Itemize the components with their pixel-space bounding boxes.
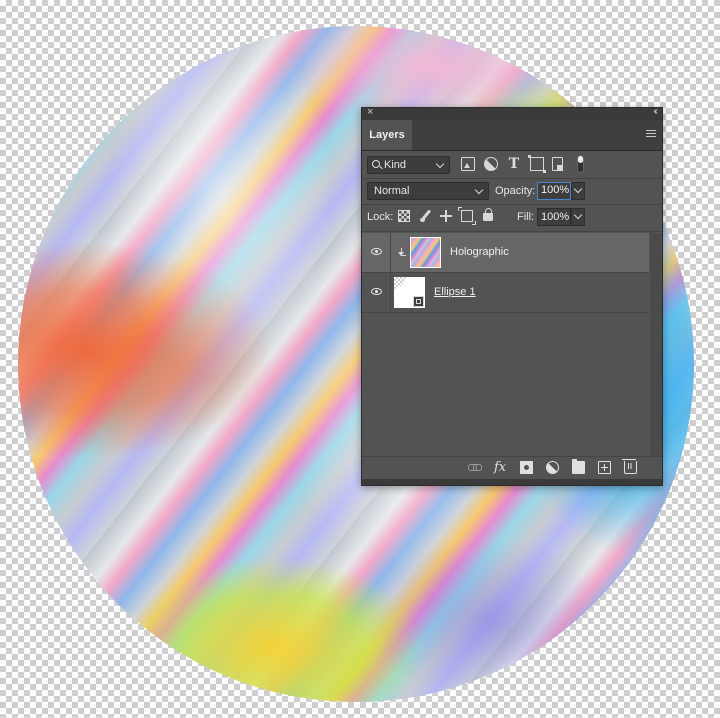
shape-layer-filter-icon[interactable] xyxy=(528,155,546,173)
divider xyxy=(390,233,391,272)
layer-name[interactable]: Holographic xyxy=(450,246,509,258)
tab-layers[interactable]: Layers xyxy=(362,120,412,150)
lock-image-pixels-icon[interactable] xyxy=(420,210,432,222)
collapse-panel-button[interactable]: ‹‹ xyxy=(653,106,657,117)
filter-kind-select[interactable]: Kind xyxy=(367,156,450,174)
opacity-input[interactable]: 100% xyxy=(537,182,571,200)
add-mask-icon[interactable] xyxy=(520,461,533,474)
chevron-down-icon xyxy=(573,184,583,194)
layer-filter-row: Kind T xyxy=(362,152,662,178)
new-adjustment-layer-icon[interactable] xyxy=(543,458,562,477)
opacity-dropdown-button[interactable] xyxy=(571,182,585,200)
panel-title-bar[interactable]: × ‹‹ xyxy=(362,106,662,120)
filter-toggle-switch[interactable] xyxy=(577,155,584,173)
layers-scrollbar[interactable] xyxy=(650,233,662,456)
layer-row-holographic[interactable]: Holographic xyxy=(362,233,649,273)
chevron-down-icon xyxy=(573,210,583,220)
fill-input[interactable]: 100% xyxy=(537,208,571,226)
hamburger-icon[interactable] xyxy=(646,128,656,140)
panel-resize-edge[interactable] xyxy=(362,479,662,485)
layer-row-ellipse-1[interactable]: Ellipse 1 xyxy=(362,273,649,313)
layers-list: Holographic Ellipse 1 xyxy=(362,233,649,456)
lock-transparent-pixels-icon[interactable] xyxy=(398,210,410,222)
new-group-folder-icon[interactable] xyxy=(572,459,585,474)
shape-layer-icon xyxy=(413,296,424,307)
type-layer-filter-icon[interactable]: T xyxy=(507,157,521,171)
lock-artboard-icon[interactable] xyxy=(458,207,473,222)
layer-thumbnail[interactable] xyxy=(410,237,441,268)
clipping-mask-icon xyxy=(398,248,406,256)
fill-label: Fill: xyxy=(517,211,535,223)
trash-icon[interactable] xyxy=(622,459,637,474)
divider xyxy=(390,273,391,312)
chevron-down-icon xyxy=(435,159,445,169)
transparency-mask xyxy=(394,277,406,289)
opacity-label: Opacity: xyxy=(495,185,536,197)
filter-kind-label: Kind xyxy=(384,159,407,171)
blend-mode-value: Normal xyxy=(374,185,410,197)
layer-name[interactable]: Ellipse 1 xyxy=(434,286,476,298)
search-icon xyxy=(372,160,380,168)
layers-panel: × ‹‹ Layers Kind T Normal Opacity: 100% xyxy=(361,106,663,486)
new-layer-icon[interactable] xyxy=(598,461,611,474)
divider xyxy=(362,231,662,232)
layer-thumbnail[interactable] xyxy=(394,277,425,308)
lock-all-icon[interactable] xyxy=(483,208,493,221)
blend-row: Normal Opacity: 100% xyxy=(362,179,662,203)
panel-tab-row: Layers xyxy=(362,120,662,151)
layers-bottom-toolbar: fx xyxy=(362,456,662,479)
fx-icon[interactable]: fx xyxy=(494,461,507,474)
eye-icon[interactable] xyxy=(371,248,382,255)
pixel-layer-filter-icon[interactable] xyxy=(461,157,475,171)
blend-mode-select[interactable]: Normal xyxy=(367,182,489,200)
lock-row: Lock: Fill: 100% xyxy=(362,205,662,229)
lock-position-icon[interactable] xyxy=(440,210,452,222)
chevron-down-icon xyxy=(474,185,484,195)
close-panel-button[interactable]: × xyxy=(367,106,373,118)
lock-label: Lock: xyxy=(367,211,394,223)
link-layers-icon[interactable] xyxy=(468,461,482,474)
fill-dropdown-button[interactable] xyxy=(571,208,585,226)
adjustment-layer-filter-icon[interactable] xyxy=(481,154,501,174)
smart-object-filter-icon[interactable] xyxy=(552,157,563,171)
eye-icon[interactable] xyxy=(371,288,382,295)
